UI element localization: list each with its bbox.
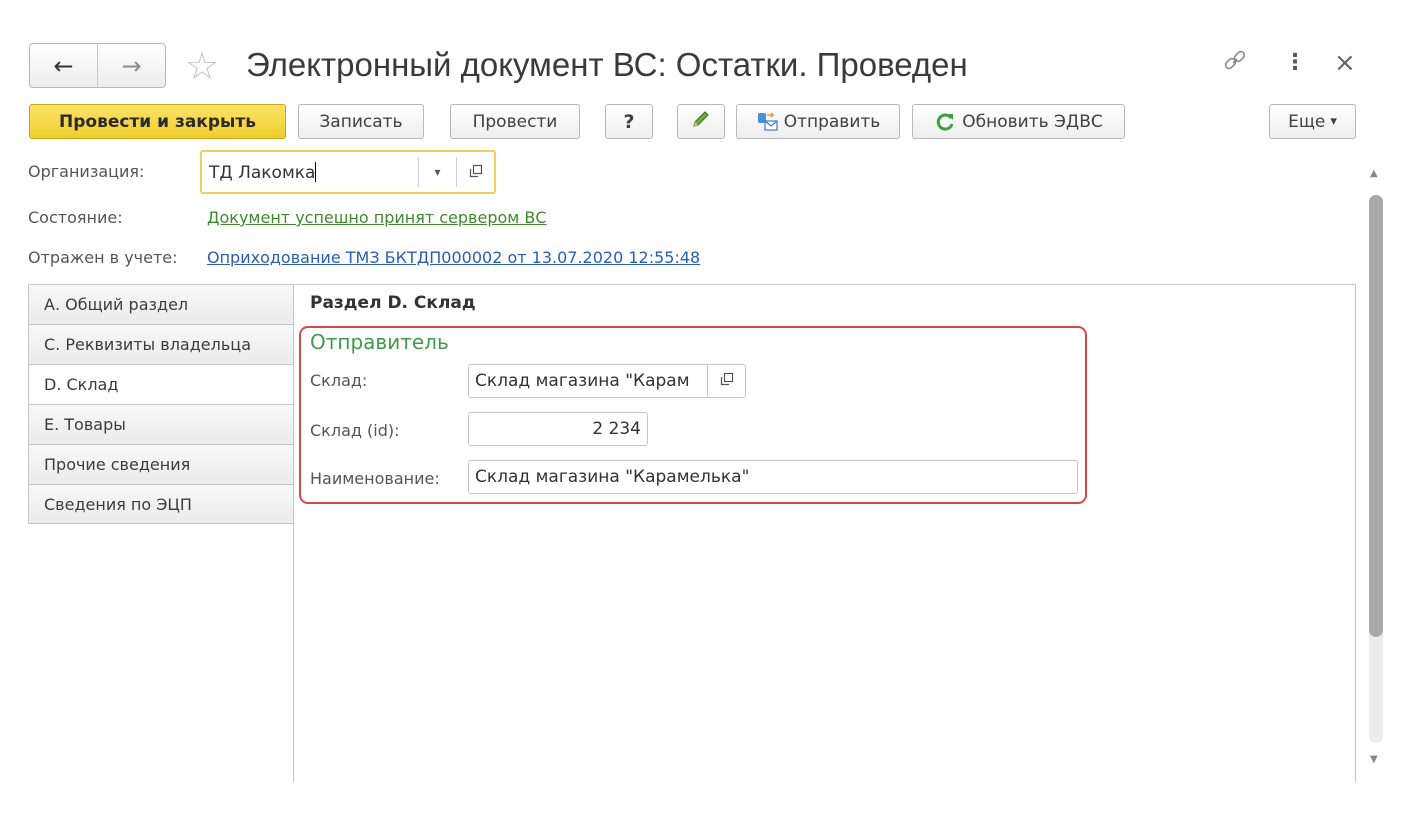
warehouse-field[interactable]: Склад магазина "Карам bbox=[468, 364, 746, 398]
text-cursor bbox=[315, 161, 317, 182]
help-button[interactable]: ? bbox=[605, 104, 653, 139]
help-label: ? bbox=[623, 110, 635, 133]
warehouse-value: Склад магазина "Карам bbox=[475, 371, 690, 391]
scrollbar-thumb[interactable] bbox=[1369, 195, 1383, 637]
warehouse-id-label: Склад (id): bbox=[310, 421, 400, 440]
more-actions-icon[interactable]: ⋮ bbox=[1284, 48, 1306, 78]
tab-owner-details[interactable]: С. Реквизиты владельца bbox=[28, 324, 294, 364]
state-link[interactable]: Документ успешно принят сервером ВС bbox=[207, 208, 547, 227]
open-window-icon bbox=[720, 371, 734, 391]
open-button[interactable] bbox=[707, 364, 745, 398]
open-button[interactable] bbox=[456, 157, 494, 187]
open-window-icon bbox=[469, 164, 483, 181]
scroll-up-icon[interactable]: ▲ bbox=[1370, 168, 1378, 179]
state-label: Состояние: bbox=[28, 208, 123, 227]
refresh-label: Обновить ЭДВС bbox=[962, 111, 1103, 132]
forward-button[interactable]: → bbox=[97, 44, 165, 87]
post-button[interactable]: Провести bbox=[450, 104, 580, 139]
send-icon bbox=[756, 111, 778, 132]
chevron-down-icon: ▾ bbox=[434, 165, 441, 179]
arrow-left-icon: ← bbox=[53, 51, 74, 80]
warehouse-id-field[interactable]: 2 234 bbox=[468, 412, 648, 446]
arrow-right-icon: → bbox=[121, 51, 142, 80]
tab-label: Прочие сведения bbox=[44, 455, 191, 474]
pencil-icon bbox=[690, 108, 712, 135]
tab-signature-info[interactable]: Сведения по ЭЦП bbox=[28, 484, 294, 524]
post-label: Провести bbox=[472, 111, 558, 132]
reflected-link[interactable]: Оприходование ТМЗ БКТДП000002 от 13.07.2… bbox=[207, 248, 700, 267]
more-label: Еще bbox=[1288, 111, 1326, 132]
tab-label: Е. Товары bbox=[44, 415, 126, 434]
save-button[interactable]: Записать bbox=[298, 104, 424, 139]
edit-button[interactable] bbox=[677, 104, 725, 139]
tab-warehouse[interactable]: D. Склад bbox=[28, 364, 294, 404]
organization-value-wrap[interactable]: ТД Лакомка bbox=[202, 161, 418, 183]
send-label: Отправить bbox=[783, 111, 881, 132]
close-icon[interactable]: × bbox=[1334, 48, 1356, 78]
dropdown-button[interactable]: ▾ bbox=[418, 157, 456, 187]
favorite-star-icon[interactable]: ☆ bbox=[185, 44, 219, 88]
refresh-edvs-button[interactable]: Обновить ЭДВС bbox=[912, 104, 1125, 139]
tab-label: С. Реквизиты владельца bbox=[44, 335, 251, 354]
organization-field[interactable]: ТД Лакомка ▾ bbox=[200, 150, 496, 194]
more-button[interactable]: Еще ▾ bbox=[1269, 104, 1356, 139]
warehouse-id-value: 2 234 bbox=[592, 419, 641, 439]
send-button[interactable]: Отправить bbox=[736, 104, 900, 139]
chevron-down-icon: ▾ bbox=[1330, 114, 1337, 129]
back-button[interactable]: ← bbox=[30, 44, 97, 87]
link-icon[interactable] bbox=[1222, 48, 1248, 83]
save-label: Записать bbox=[319, 111, 403, 132]
organization-label: Организация: bbox=[28, 162, 145, 181]
section-tabs: А. Общий раздел С. Реквизиты владельца D… bbox=[28, 284, 294, 524]
reflected-label: Отражен в учете: bbox=[28, 248, 178, 267]
name-label: Наименование: bbox=[310, 469, 440, 488]
name-field[interactable]: Склад магазина "Карамелька" bbox=[468, 460, 1078, 494]
post-and-close-button[interactable]: Провести и закрыть bbox=[29, 104, 286, 139]
post-and-close-label: Провести и закрыть bbox=[59, 111, 256, 132]
name-value: Склад магазина "Карамелька" bbox=[475, 467, 750, 487]
section-title: Раздел D. Склад bbox=[310, 293, 476, 313]
refresh-icon bbox=[934, 111, 956, 133]
tab-label: D. Склад bbox=[44, 375, 119, 394]
warehouse-label: Склад: bbox=[310, 371, 368, 390]
scroll-down-icon[interactable]: ▼ bbox=[1370, 754, 1378, 765]
tab-label: А. Общий раздел bbox=[44, 295, 189, 314]
history-nav: ← → bbox=[29, 43, 166, 88]
sender-group-title: Отправитель bbox=[310, 330, 449, 354]
tab-goods[interactable]: Е. Товары bbox=[28, 404, 294, 444]
tab-label: Сведения по ЭЦП bbox=[44, 494, 192, 514]
page-title: Электронный документ ВС: Остатки. Провед… bbox=[246, 46, 968, 83]
organization-value: ТД Лакомка bbox=[209, 162, 316, 183]
tab-other-info[interactable]: Прочие сведения bbox=[28, 444, 294, 484]
tab-general[interactable]: А. Общий раздел bbox=[28, 284, 294, 324]
